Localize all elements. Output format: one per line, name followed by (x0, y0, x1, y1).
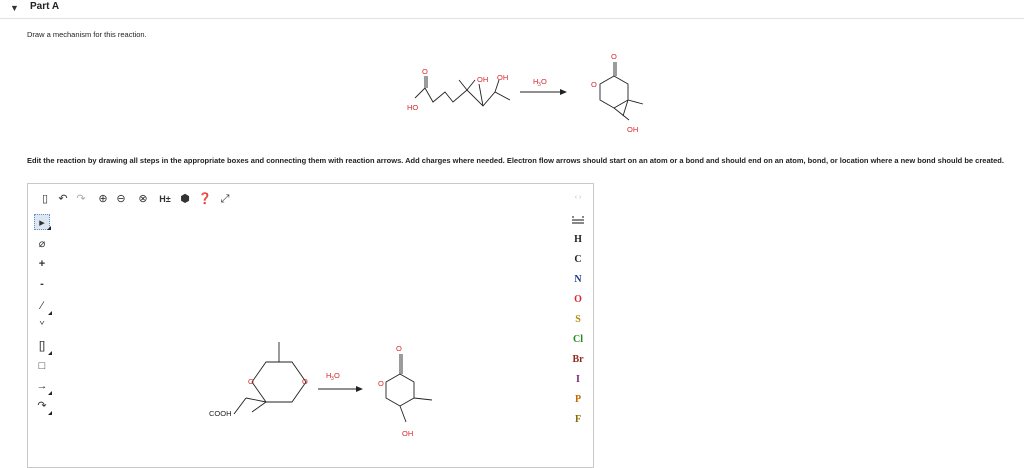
bracket-tool[interactable]: [] (34, 338, 52, 355)
reactant-ho-label: HO (407, 103, 418, 112)
bond-tool[interactable]: ∕ (34, 298, 52, 315)
info-icon[interactable]: ⬢ (178, 192, 192, 206)
canvas-product-carbonyl-o: O (396, 344, 402, 353)
chain-tool[interactable]: ᘁ (34, 318, 50, 334)
collapse-caret-icon[interactable]: ▼ (10, 3, 19, 13)
fullscreen-icon[interactable]: ⤢ (218, 192, 232, 206)
product-carbonyl-o: O (611, 52, 617, 61)
redo-icon[interactable]: ↷ (74, 192, 88, 206)
element-f-button[interactable]: F (563, 412, 593, 428)
drawing-editor[interactable]: ▯ ↶ ↷ ⊕ ⊖ ⊗ H± ⬢ ❓ ⤢ ▸ ⌀ + - ∕ ᘁ [] □ → … (27, 183, 594, 468)
drawing-canvas[interactable]: COOH O O H 3 O O O OH (56, 214, 564, 464)
canvas-reagent-o: O (334, 371, 340, 380)
element-cl-button[interactable]: Cl (563, 332, 593, 348)
product-ring-o: O (591, 80, 597, 89)
part-title: Part A (30, 1, 60, 12)
dioxane-o1: O (248, 377, 254, 386)
element-o-button[interactable]: O (563, 292, 593, 308)
product-ring-canvas (385, 373, 415, 407)
rectangle-tool[interactable]: □ (34, 358, 50, 374)
zoom-reset-icon[interactable]: ⊗ (136, 192, 150, 206)
reactant-carbonyl-o: O (422, 67, 428, 76)
element-palette: ‹ › H C N O S Cl Br I P F (563, 184, 593, 464)
editor-top-toolbar: ▯ ↶ ↷ ⊕ ⊖ ⊗ H± ⬢ ❓ ⤢ (28, 184, 593, 214)
plus-charge-tool[interactable]: + (34, 256, 50, 272)
canvas-product-oh: OH (402, 429, 413, 438)
dioxane-ring (251, 361, 307, 403)
eraser-tool[interactable]: ⌀ (34, 236, 50, 252)
periodic-table-icon[interactable] (572, 216, 584, 224)
palette-scroll-icon[interactable]: ‹ › (563, 194, 593, 201)
reactant-oh1-label: OH (477, 75, 488, 84)
element-p-button[interactable]: P (563, 392, 593, 408)
curved-arrow-tool[interactable]: ↷ (34, 398, 52, 415)
cooh-label: COOH (209, 409, 232, 418)
element-s-button[interactable]: S (563, 312, 593, 328)
arrow-tool[interactable]: → (34, 378, 52, 395)
canvas-product-ring-o: O (378, 379, 384, 388)
reaction-scheme: HO O OH OH H 3 O O O OH (407, 52, 644, 134)
element-br-button[interactable]: Br (563, 352, 593, 368)
zoom-in-icon[interactable]: ⊕ (96, 192, 110, 206)
element-n-button[interactable]: N (563, 272, 593, 288)
dioxane-o2: O (302, 377, 308, 386)
undo-icon[interactable]: ↶ (56, 192, 70, 206)
part-header[interactable]: ▼ Part A (0, 0, 1024, 19)
reactant-chain (424, 87, 511, 107)
reagent-o: O (541, 77, 547, 86)
new-document-icon[interactable]: ▯ (38, 192, 52, 206)
product-oh-label: OH (627, 125, 638, 134)
editor-left-toolbar: ▸ ⌀ + - ∕ ᘁ [] □ → ↷ (28, 214, 54, 464)
product-ring (599, 75, 629, 109)
question-instruction: Draw a mechanism for this reaction. (27, 30, 147, 39)
zoom-out-icon[interactable]: ⊖ (114, 192, 128, 206)
element-i-button[interactable]: I (563, 372, 593, 388)
minus-charge-tool[interactable]: - (34, 276, 50, 292)
help-icon[interactable]: ❓ (198, 192, 212, 206)
element-h-button[interactable]: H (563, 232, 593, 248)
edit-instruction: Edit the reaction by drawing all steps i… (27, 156, 1004, 165)
reactant-oh2-label: OH (497, 73, 508, 82)
select-tool[interactable]: ▸ (34, 214, 51, 230)
element-c-button[interactable]: C (563, 252, 593, 268)
h-toggle-icon[interactable]: H± (156, 192, 174, 206)
